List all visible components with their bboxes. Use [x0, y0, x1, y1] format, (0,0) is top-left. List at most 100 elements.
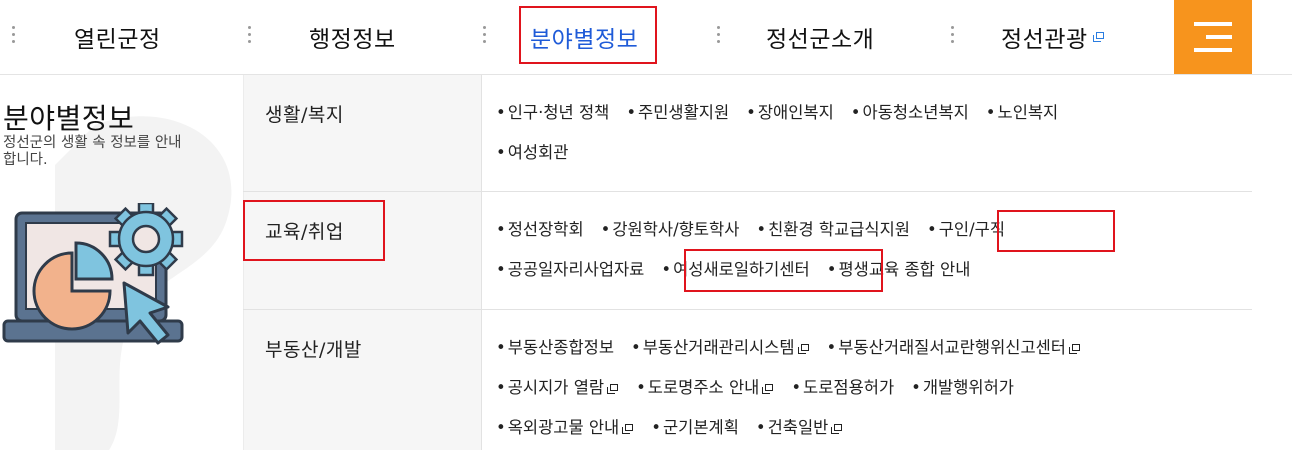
category-cell: 부동산/개발 — [243, 310, 482, 450]
link-label: 옥외광고물 안내 — [507, 418, 620, 437]
link-list: • 부동산종합정보 • 부동산거래관리시스템 • 부동산거래질서교란행위신고센터 • 공시지… — [496, 334, 1252, 454]
link-label: 건축일반 — [767, 418, 829, 437]
nav-item-open-government[interactable]: 열린군정 — [74, 0, 161, 74]
link-public-jobs-data[interactable]: • 공공일자리사업자료 — [496, 256, 644, 280]
bullet: • — [496, 143, 506, 162]
link-county-master-plan[interactable]: • 군기본계획 — [651, 414, 739, 438]
category-cell: 생활/복지 — [243, 75, 482, 191]
link-label: 군기본계획 — [662, 418, 739, 437]
nav-item-label: 열린군정 — [74, 27, 161, 53]
link-realestate-info[interactable]: • 부동산종합정보 — [496, 334, 614, 358]
nav-separator — [951, 26, 955, 48]
link-resident-support[interactable]: • 주민생활지원 — [626, 99, 729, 123]
bullet: • — [661, 260, 672, 279]
link-child-youth-welfare[interactable]: • 아동청소년복지 — [851, 99, 969, 123]
field-info-table: 생활/복지 • 인구·청년 정책 • 주민생활지원 • 장애인복지 • 아동청소년복지 • 노인복… — [243, 75, 1252, 450]
bullet: • — [756, 220, 767, 239]
link-realestate-report-center[interactable]: • 부동산거래질서교란행위신고센터 — [827, 334, 1081, 358]
nav-separator — [248, 26, 252, 48]
bullet: • — [636, 378, 646, 397]
bullet: • — [496, 260, 506, 279]
bullet: • — [631, 338, 641, 357]
link-label: 공시지가 열람 — [507, 378, 605, 397]
bullet: • — [746, 103, 756, 122]
nav-item-field-info[interactable]: 분야별정보 — [530, 0, 638, 74]
bullet: • — [985, 103, 996, 122]
link-dormitory[interactable]: • 강원학사/향토학사 — [601, 216, 740, 240]
bullet: • — [496, 220, 506, 239]
link-label: 평생교육 종합 안내 — [838, 260, 971, 279]
external-link-icon — [607, 383, 619, 394]
link-building-general[interactable]: • 건축일반 — [756, 414, 843, 438]
nav-item-label: 정선군소개 — [766, 27, 875, 53]
category-label-education-employment: 교육/취업 — [265, 221, 344, 243]
link-list: • 인구·청년 정책 • 주민생활지원 • 장애인복지 • 아동청소년복지 • 노인복지 • 여성회… — [496, 99, 1252, 179]
link-development-permit[interactable]: • 개발행위허가 — [911, 374, 1014, 398]
link-label: 부동산거래질서교란행위신고센터 — [838, 338, 1066, 357]
link-label: 도로점용허가 — [803, 378, 895, 397]
link-label: 여성새로일하기센터 — [673, 260, 810, 279]
top-navigation: 열린군정 행정정보 분야별정보 정선군소개 정선관광 — [0, 0, 1292, 75]
section-intro-panel: 분야별정보 정선군의 생활 속 정보를 안내합니다. — [0, 75, 243, 450]
link-list: • 정선장학회 • 강원학사/향토학사 • 친환경 학교급식지원 • 구인/구직 • 공공일자리… — [496, 216, 1252, 296]
nav-item-about-jeongseon[interactable]: 정선군소개 — [766, 0, 874, 74]
table-row: 교육/취업 • 정선장학회 • 강원학사/향토학사 • 친환경 학교급식지원 • 구인/구직 … — [243, 192, 1252, 310]
bullet: • — [926, 220, 937, 239]
category-cell: 교육/취업 — [243, 192, 482, 309]
link-school-meal-support[interactable]: • 친환경 학교급식지원 — [756, 216, 910, 240]
table-row: 생활/복지 • 인구·청년 정책 • 주민생활지원 • 장애인복지 • 아동청소년복지 • 노인복… — [243, 75, 1252, 192]
link-road-address[interactable]: • 도로명주소 안내 — [636, 374, 774, 398]
link-label: 부동산종합정보 — [507, 338, 614, 357]
link-label: 도로명주소 안내 — [647, 378, 760, 397]
bullet: • — [496, 103, 506, 122]
link-label: 인구·청년 정책 — [507, 103, 610, 122]
link-label: 공공일자리사업자료 — [507, 260, 645, 279]
hamburger-menu-button[interactable] — [1174, 0, 1252, 74]
link-womens-hall[interactable]: • 여성회관 — [496, 139, 568, 163]
bullet: • — [850, 103, 861, 122]
category-label-life-welfare: 생활/복지 — [265, 104, 344, 126]
link-label: 노인복지 — [997, 103, 1059, 122]
link-job-search[interactable]: • 구인/구직 — [927, 216, 1005, 240]
link-label: 아동청소년복지 — [862, 103, 969, 122]
section-title: 분야별정보 — [3, 102, 135, 135]
link-label: 개발행위허가 — [922, 378, 1014, 397]
link-women-reemployment-center[interactable]: • 여성새로일하기센터 — [661, 256, 809, 280]
bullet: • — [755, 418, 766, 437]
link-label: 강원학사/향토학사 — [612, 220, 740, 239]
external-link-icon — [762, 383, 774, 394]
external-link-icon — [1092, 32, 1105, 42]
nav-item-label: 행정정보 — [309, 27, 396, 53]
nav-separator — [717, 26, 721, 48]
hamburger-menu-icon — [1194, 22, 1232, 52]
link-label: 여성회관 — [507, 143, 569, 162]
link-realestate-trade-system[interactable]: • 부동산거래관리시스템 — [631, 334, 810, 358]
link-disability-welfare[interactable]: • 장애인복지 — [746, 99, 834, 123]
section-description: 정선군의 생활 속 정보를 안내합니다. — [3, 135, 182, 168]
nav-item-label: 분야별정보 — [530, 27, 639, 53]
link-label: 정선장학회 — [507, 220, 584, 239]
category-label-realestate-development: 부동산/개발 — [265, 339, 362, 361]
link-label: 친환경 학교급식지원 — [768, 220, 910, 239]
nav-item-tourism[interactable]: 정선관광 — [1001, 0, 1105, 74]
link-lifelong-education[interactable]: • 평생교육 종합 안내 — [827, 256, 971, 280]
link-label: 부동산거래관리시스템 — [642, 338, 795, 357]
link-youth-population-policy[interactable]: • 인구·청년 정책 — [496, 99, 609, 123]
nav-item-administration[interactable]: 행정정보 — [309, 0, 396, 74]
external-link-icon — [622, 423, 634, 434]
external-link-icon — [1068, 343, 1081, 354]
link-road-occupancy-permit[interactable]: • 도로점용허가 — [791, 374, 894, 398]
link-label: 구인/구직 — [938, 220, 1005, 239]
link-label: 주민생활지원 — [638, 103, 730, 122]
external-link-icon — [797, 343, 810, 354]
nav-item-label: 정선관광 — [1001, 27, 1088, 53]
link-land-price[interactable]: • 공시지가 열람 — [496, 374, 619, 398]
link-outdoor-ads[interactable]: • 옥외광고물 안내 — [496, 414, 634, 438]
bullet: • — [600, 220, 611, 239]
link-scholarship-foundation[interactable]: • 정선장학회 — [496, 216, 584, 240]
nav-separator — [12, 26, 16, 48]
bullet: • — [791, 378, 802, 397]
bullet: • — [496, 378, 506, 397]
bullet: • — [626, 103, 637, 122]
link-elderly-welfare[interactable]: • 노인복지 — [986, 99, 1058, 123]
